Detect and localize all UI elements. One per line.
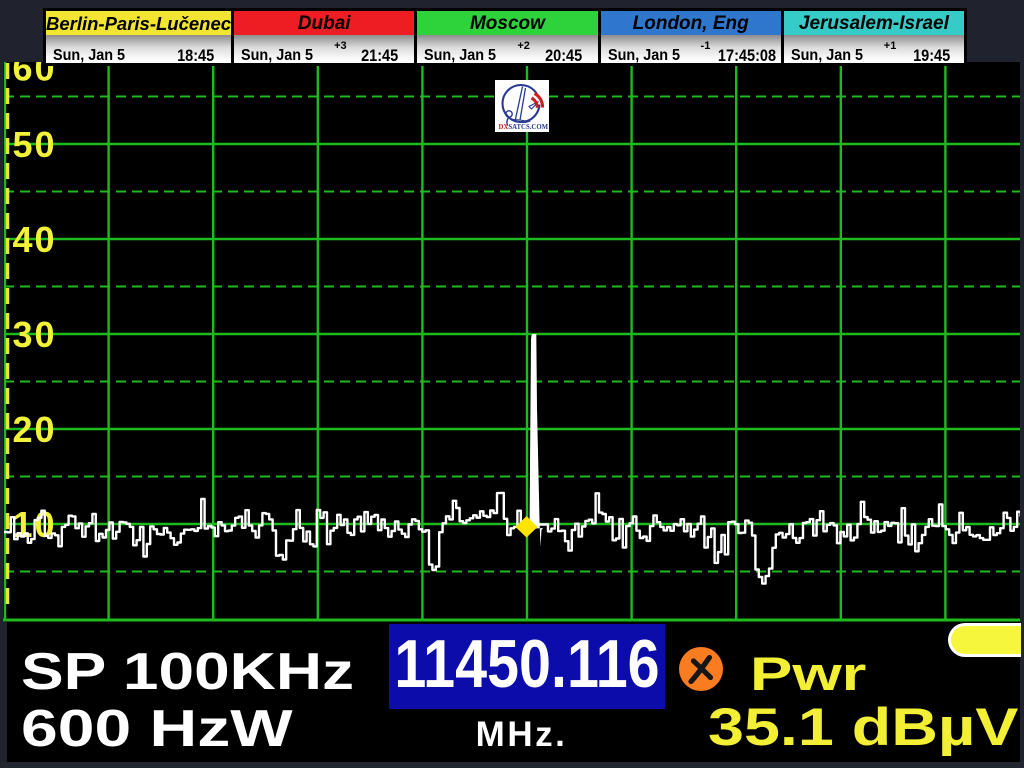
svg-text:DXSATCS.COM: DXSATCS.COM (499, 124, 549, 131)
svg-text:20: 20 (13, 409, 57, 450)
svg-text:30: 30 (13, 314, 57, 355)
svg-text:50: 50 (13, 124, 57, 165)
svg-text:40: 40 (13, 219, 57, 260)
